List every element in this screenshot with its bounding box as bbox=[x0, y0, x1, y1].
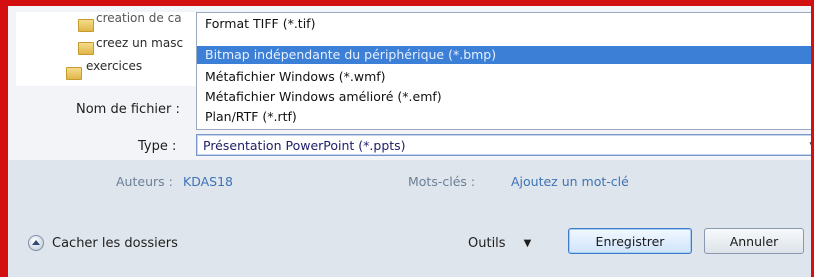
file-list-item[interactable]: exercices bbox=[86, 57, 142, 75]
caret-down-icon: ▼ bbox=[523, 237, 532, 249]
dropdown-option[interactable]: Format TIFF (*.tif) bbox=[197, 15, 814, 33]
file-type-dropdown[interactable]: Format TIFF (*.tif) Bitmap indépendante … bbox=[196, 12, 814, 130]
authors-value[interactable]: KDAS18 bbox=[183, 174, 233, 189]
dialog-lower-pane: Auteurs : KDAS18 Mots-clés : Ajoutez un … bbox=[8, 160, 811, 277]
cancel-button[interactable]: Annuler bbox=[704, 228, 804, 254]
frame-border-top bbox=[0, 0, 814, 6]
file-type-value: Présentation PowerPoint (*.ppts) bbox=[203, 138, 406, 153]
tools-menu-button[interactable]: Outils ▼ bbox=[468, 232, 531, 254]
filename-label: Nom de fichier : bbox=[76, 102, 180, 117]
folder-icon bbox=[66, 67, 82, 80]
file-list-item[interactable]: creez un masc bbox=[96, 34, 183, 52]
file-type-select[interactable]: Présentation PowerPoint (*.ppts) ▾ bbox=[196, 134, 814, 156]
type-label: Type : bbox=[138, 139, 177, 154]
dropdown-option-selected[interactable]: Bitmap indépendante du périphérique (*.b… bbox=[197, 46, 814, 64]
dropdown-option[interactable]: Métafichier Windows (*.wmf) bbox=[197, 68, 814, 86]
dropdown-option[interactable]: Métafichier Windows amélioré (*.emf) bbox=[197, 88, 814, 106]
save-button[interactable]: Enregistrer bbox=[568, 228, 692, 254]
dialog-upper-pane: creation de ca creez un masc exercices N… bbox=[8, 6, 814, 166]
folder-icon bbox=[78, 19, 94, 32]
dropdown-option[interactable]: Plan/RTF (*.rtf) bbox=[197, 108, 814, 126]
folder-icon bbox=[78, 42, 94, 55]
keywords-label: Mots-clés : bbox=[408, 174, 476, 189]
hide-folders-button[interactable]: Cacher les dossiers bbox=[28, 232, 178, 254]
keywords-value[interactable]: Ajoutez un mot-clé bbox=[511, 174, 629, 189]
hide-folders-label: Cacher les dossiers bbox=[52, 235, 178, 251]
tools-label: Outils bbox=[468, 235, 506, 251]
file-list[interactable]: creation de ca creez un masc exercices bbox=[16, 9, 216, 86]
frame-border-left bbox=[0, 0, 8, 277]
chevron-up-icon bbox=[28, 235, 44, 251]
authors-label: Auteurs : bbox=[116, 174, 173, 189]
file-list-item[interactable]: creation de ca bbox=[96, 9, 182, 27]
save-dialog: creation de ca creez un masc exercices N… bbox=[0, 0, 814, 277]
